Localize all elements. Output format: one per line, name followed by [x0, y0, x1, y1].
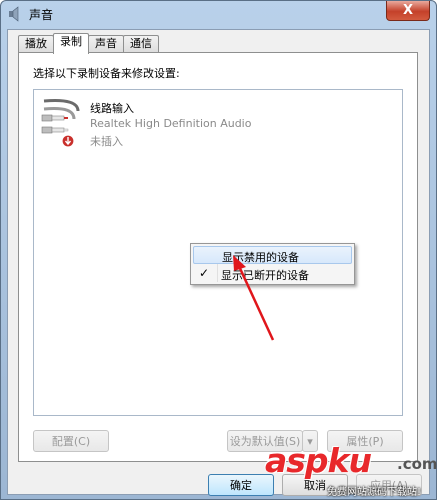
device-driver: Realtek High Definition Audio: [90, 117, 252, 130]
set-default-dropdown[interactable]: ▾: [302, 430, 318, 452]
window-title: 声音: [29, 8, 54, 22]
sound-dialog-window: 声音 X 播放 录制 声音 通信 选择以下录制设备来修改设置: 线路输入 Rea…: [0, 0, 437, 500]
apply-button[interactable]: 应用(A): [356, 474, 422, 496]
device-item-line-in[interactable]: 线路输入 Realtek High Definition Audio 未插入: [36, 93, 396, 153]
tab-recording[interactable]: 录制: [53, 33, 89, 54]
context-menu: 显示禁用的设备 ✓ 显示已断开的设备: [190, 243, 355, 285]
menu-item-label: 显示禁用的设备: [222, 251, 299, 264]
recording-device-list[interactable]: 线路输入 Realtek High Definition Audio 未插入 显…: [33, 89, 403, 416]
cancel-button[interactable]: 取消: [282, 474, 348, 496]
configure-button[interactable]: 配置(C): [33, 430, 109, 452]
dialog-client-area: 播放 录制 声音 通信 选择以下录制设备来修改设置: 线路输入 Realtek …: [7, 29, 430, 496]
tab-playback[interactable]: 播放: [18, 35, 54, 53]
recording-tab-panel: 选择以下录制设备来修改设置: 线路输入 Realtek High Definit…: [18, 52, 418, 462]
ok-button[interactable]: 确定: [208, 474, 274, 496]
title-bar[interactable]: 声音 X: [1, 1, 436, 27]
tab-sounds[interactable]: 声音: [88, 35, 124, 53]
device-name: 线路输入: [90, 102, 134, 115]
line-in-jack-icon: [41, 99, 80, 148]
tab-strip: 播放 录制 声音 通信: [18, 33, 159, 54]
close-button[interactable]: X: [386, 1, 430, 21]
checkmark-icon: ✓: [199, 266, 210, 280]
menu-item-show-disconnected-devices[interactable]: ✓ 显示已断开的设备: [193, 265, 352, 283]
device-status: 未插入: [90, 135, 123, 148]
set-default-button[interactable]: 设为默认值(S): [227, 430, 303, 452]
chevron-down-icon: ▾: [307, 434, 313, 448]
speaker-icon: [9, 6, 19, 22]
menu-item-show-disabled-devices[interactable]: 显示禁用的设备: [193, 246, 352, 264]
instruction-text: 选择以下录制设备来修改设置:: [33, 67, 180, 80]
close-icon: X: [402, 3, 414, 18]
tab-communications[interactable]: 通信: [123, 35, 159, 53]
properties-button[interactable]: 属性(P): [327, 430, 403, 452]
menu-item-label: 显示已断开的设备: [221, 269, 309, 282]
